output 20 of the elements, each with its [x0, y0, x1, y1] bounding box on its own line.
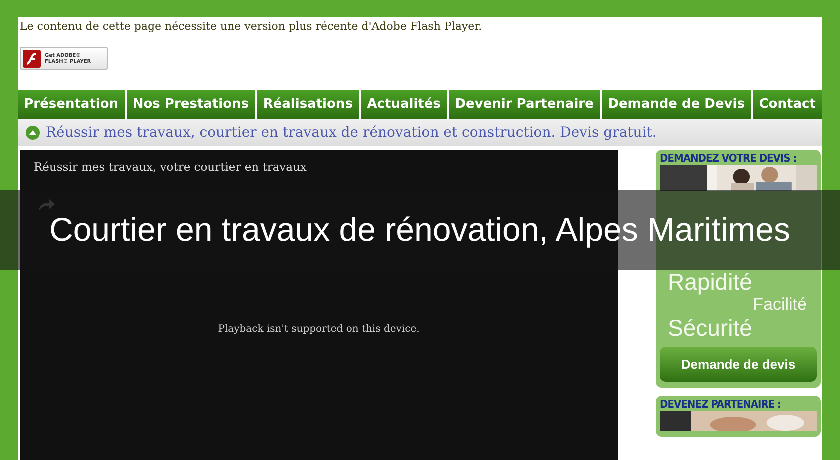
nav-tab[interactable]: Nos Prestations: [126, 90, 256, 119]
share-icon[interactable]: [38, 198, 56, 212]
flash-notice: Le contenu de cette page nécessite une version plus récente d'Adobe Flash Player.: [20, 20, 484, 33]
nav-tab[interactable]: Actualités: [361, 90, 448, 119]
nav-tab[interactable]: Devenir Partenaire: [449, 90, 600, 119]
panel-heading: DEVENEZ PARTENAIRE :: [660, 398, 782, 412]
quote-button[interactable]: Demande de devis: [660, 347, 817, 382]
panel-heading: DEMANDEZ VOTRE DEVIS :: [660, 152, 798, 165]
video-title: Réussir mes travaux, votre courtier en travaux: [33, 159, 308, 176]
nav-tab[interactable]: Demande de Devis: [602, 90, 752, 119]
nav-tab[interactable]: Réalisations: [257, 90, 360, 119]
slogan-word: Facilité: [752, 295, 808, 315]
nav-tab[interactable]: Présentation: [18, 90, 125, 119]
page-tagline: Réussir mes travaux, courtier en travaux de rénovation et construction. Devis gratuit.: [46, 124, 657, 140]
slogan-word: Rapidité: [667, 269, 754, 296]
flash-logo-icon: [23, 50, 41, 68]
playback-message: Playback isn't supported on this device.: [217, 324, 421, 335]
slogan-word: Sécurité: [667, 314, 754, 342]
nav-tab[interactable]: Contact: [753, 90, 822, 119]
page-title: Courtier en travaux de rénovation, Alpes Maritimes: [49, 211, 791, 249]
